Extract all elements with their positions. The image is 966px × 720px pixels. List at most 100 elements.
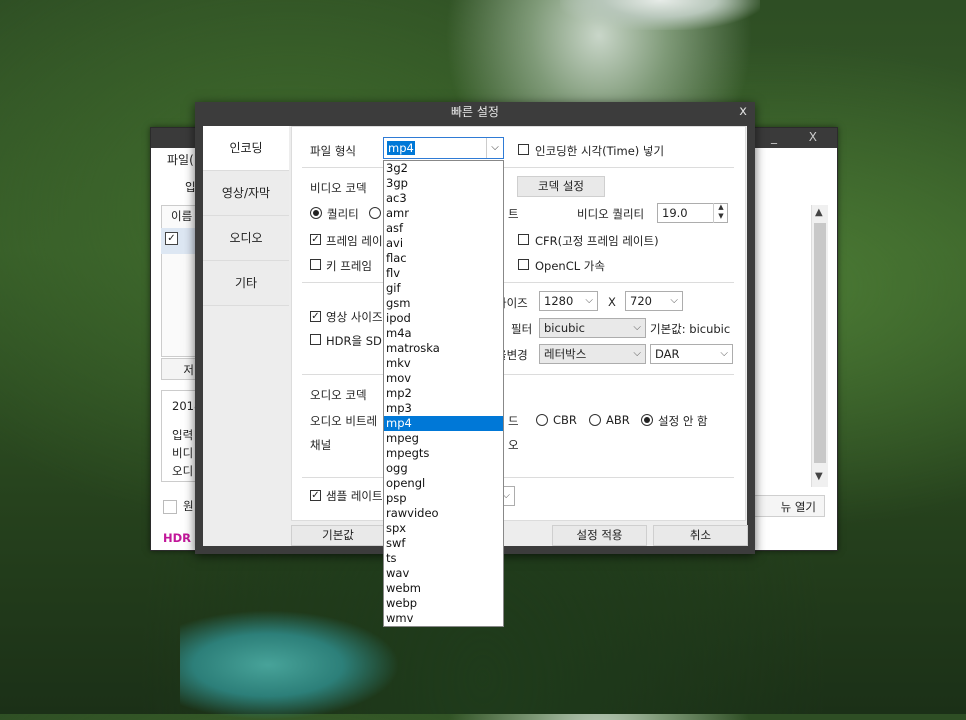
format-option[interactable]: ipod xyxy=(384,311,503,326)
hdr-sdr-checkbox[interactable] xyxy=(310,334,321,345)
height-select[interactable]: 720 ⌵ xyxy=(625,291,683,311)
cfr-checkbox[interactable] xyxy=(518,234,529,245)
format-option[interactable]: mp2 xyxy=(384,386,503,401)
nav-other[interactable]: 기타 xyxy=(203,261,289,306)
bottom-checkbox-label: 원 xyxy=(183,499,194,513)
tab-input[interactable]: 입 xyxy=(185,179,196,195)
x-separator: X xyxy=(608,295,616,309)
window-controls[interactable]: _ X xyxy=(771,130,831,144)
format-option[interactable]: ac3 xyxy=(384,191,503,206)
audio-bitrate-label: 오디오 비트레 xyxy=(310,414,378,428)
codec-settings-button[interactable]: 코덱 설정 xyxy=(517,176,605,197)
bottom-checkbox[interactable] xyxy=(163,500,177,514)
opencl-checkbox[interactable] xyxy=(518,259,529,270)
format-option[interactable]: amr xyxy=(384,206,503,221)
format-option[interactable]: m4a xyxy=(384,326,503,341)
dar-select[interactable]: DAR ⌵ xyxy=(650,344,733,364)
scroll-thumb[interactable] xyxy=(814,223,826,463)
opencl-label: OpenCL 가속 xyxy=(535,259,605,273)
format-option[interactable]: webm xyxy=(384,581,503,596)
mode-label-partial: 드 xyxy=(508,414,519,428)
format-option[interactable]: gif xyxy=(384,281,503,296)
filter-label-partial: 필터 xyxy=(511,322,533,336)
default-button[interactable]: 기본값 xyxy=(291,525,385,546)
format-option[interactable]: mpeg xyxy=(384,431,503,446)
apply-button[interactable]: 설정 적용 xyxy=(552,525,647,546)
key-frame-checkbox[interactable] xyxy=(310,259,321,270)
format-option[interactable]: wav xyxy=(384,566,503,581)
menu-open-button[interactable]: 뉴 열기 xyxy=(743,495,825,517)
format-option[interactable]: opengl xyxy=(384,476,503,491)
scroll-up-icon[interactable]: ▲ xyxy=(815,207,823,218)
chevron-down-icon: ⌵ xyxy=(633,348,641,359)
abr-label: ABR xyxy=(606,413,630,427)
file-format-select[interactable]: mp4 ⌵ xyxy=(383,137,504,159)
sample-rate-checkbox[interactable]: ✓ xyxy=(310,490,321,501)
no-setting-radio[interactable] xyxy=(641,414,653,426)
chevron-down-icon: ⌵ xyxy=(670,295,678,306)
format-option[interactable]: mp4 xyxy=(384,416,503,431)
channel-label: 채널 xyxy=(310,438,332,452)
list-scrollbar[interactable]: ▲ ▼ xyxy=(811,205,828,487)
filter-value: bicubic xyxy=(544,321,585,335)
sample-rate-label: 샘플 레이트 xyxy=(326,489,383,503)
close-icon[interactable]: x xyxy=(739,104,747,119)
divider xyxy=(302,167,734,168)
dar-value: DAR xyxy=(655,347,680,361)
format-option[interactable]: flac xyxy=(384,251,503,266)
format-option[interactable]: avi xyxy=(384,236,503,251)
format-option[interactable]: wmv xyxy=(384,611,503,626)
width-value: 1280 xyxy=(544,294,574,308)
channel-label-partial: 오 xyxy=(508,438,519,452)
format-option[interactable]: psp xyxy=(384,491,503,506)
video-size-checkbox[interactable]: ✓ xyxy=(310,311,321,322)
letterbox-value: 레터박스 xyxy=(544,347,587,361)
format-option[interactable]: asf xyxy=(384,221,503,236)
insert-time-checkbox[interactable] xyxy=(518,144,529,155)
nav-encoding[interactable]: 인코딩 xyxy=(203,126,289,171)
format-option[interactable]: ogg xyxy=(384,461,503,476)
format-option[interactable]: matroska xyxy=(384,341,503,356)
format-option[interactable]: gsm xyxy=(384,296,503,311)
menu-file[interactable]: 파일( xyxy=(167,151,194,168)
format-option[interactable]: flv xyxy=(384,266,503,281)
width-select[interactable]: 1280 ⌵ xyxy=(539,291,598,311)
cbr-radio[interactable] xyxy=(536,414,548,426)
file-format-label: 파일 형식 xyxy=(310,144,356,158)
quality-radio[interactable] xyxy=(310,207,322,219)
format-option[interactable]: spx xyxy=(384,521,503,536)
scroll-down-icon[interactable]: ▼ xyxy=(815,471,823,482)
abr-radio[interactable] xyxy=(589,414,601,426)
format-option[interactable]: mp3 xyxy=(384,401,503,416)
format-option[interactable]: swf xyxy=(384,536,503,551)
cfr-label: CFR(고정 프레임 레이트) xyxy=(535,234,659,248)
divider xyxy=(302,477,734,478)
video-quality-label: 비디오 퀄리티 xyxy=(577,207,645,221)
chevron-down-icon[interactable]: ⌵ xyxy=(486,138,503,158)
column-header-name[interactable]: 이름 xyxy=(171,208,192,224)
letterbox-select[interactable]: 레터박스 ⌵ xyxy=(539,344,646,364)
frame-rate-checkbox[interactable]: ✓ xyxy=(310,234,321,245)
cancel-button[interactable]: 취소 xyxy=(653,525,748,546)
file-format-dropdown-list[interactable]: 3g2 3gp ac3 amr asf avi flac flv gif gsm ipod m4a ma… xyxy=(383,160,504,627)
video-quality-spinner[interactable]: ▲ ▼ xyxy=(713,203,728,223)
file-format-value: mp4 xyxy=(387,141,415,155)
format-option[interactable]: 3g2 xyxy=(384,161,503,176)
row-checkbox[interactable]: ✓ xyxy=(165,232,178,245)
format-option[interactable]: rawvideo xyxy=(384,506,503,521)
audio-codec-label: 오디오 코덱 xyxy=(310,388,367,402)
format-option[interactable]: webp xyxy=(384,596,503,611)
nav-audio[interactable]: 오디오 xyxy=(203,216,289,261)
format-option[interactable]: ts xyxy=(384,551,503,566)
format-option[interactable]: 3gp xyxy=(384,176,503,191)
nav-video-subtitle[interactable]: 영상/자막 xyxy=(203,171,289,216)
format-option[interactable]: mkv xyxy=(384,356,503,371)
height-value: 720 xyxy=(630,294,652,308)
format-option[interactable]: mov xyxy=(384,371,503,386)
rate-radio[interactable] xyxy=(369,207,381,219)
insert-time-label: 인코딩한 시각(Time) 넣기 xyxy=(535,144,665,158)
format-option[interactable]: mpegts xyxy=(384,446,503,461)
info-line: 입력 xyxy=(172,428,194,442)
filter-select[interactable]: bicubic ⌵ xyxy=(539,318,646,338)
hdr-sdr-label: HDR을 SDR xyxy=(326,334,390,348)
